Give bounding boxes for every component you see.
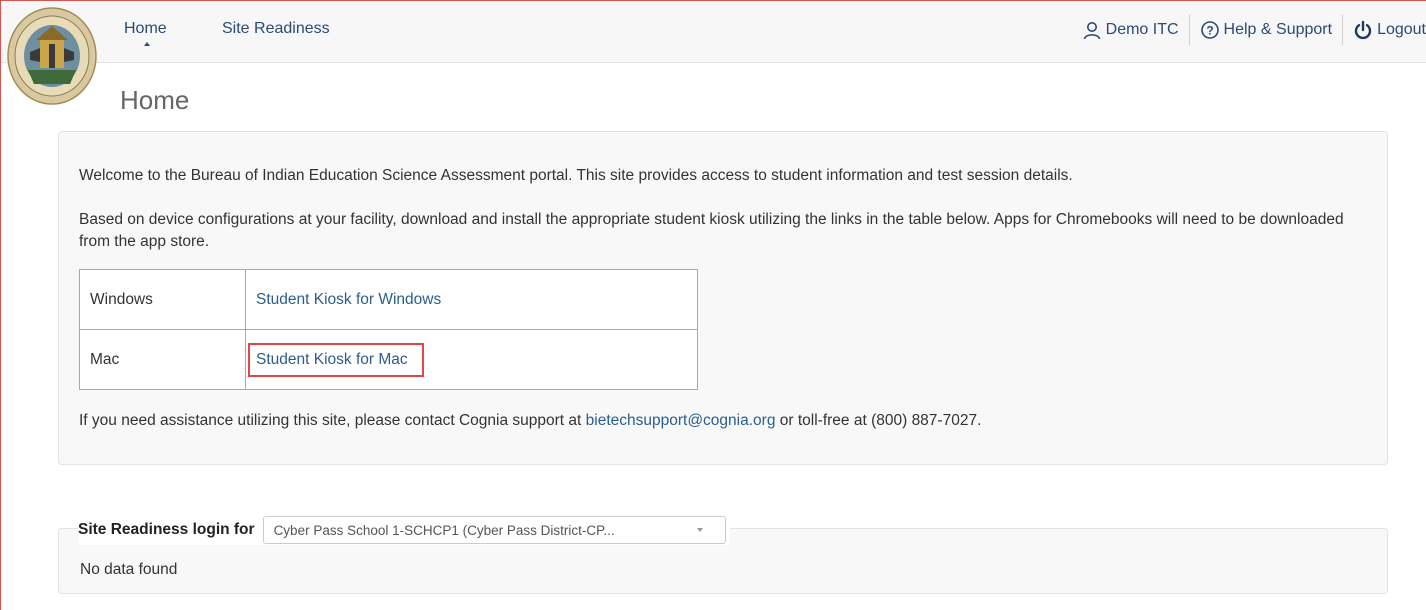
link-cell: Student Kiosk for Windows: [245, 269, 698, 330]
school-select-value: Cyber Pass School 1-SCHCP1 (Cyber Pass D…: [273, 522, 615, 538]
help-label: Help & Support: [1223, 21, 1333, 38]
no-data-message: No data found: [80, 561, 178, 578]
help-icon: ?: [1200, 21, 1219, 39]
user-icon: [1083, 22, 1100, 40]
support-prefix: If you need assistance utilizing this si…: [79, 412, 586, 429]
power-icon: [1354, 20, 1372, 40]
nav-home-link[interactable]: Home: [124, 20, 167, 38]
logout-button[interactable]: Logout: [1343, 20, 1426, 40]
student-kiosk-mac-link[interactable]: Student Kiosk for Mac: [256, 351, 408, 368]
logout-label: Logout: [1377, 21, 1426, 38]
support-text: If you need assistance utilizing this si…: [79, 410, 1369, 432]
user-name: Demo ITC: [1105, 21, 1179, 38]
highlight-box: Student Kiosk for Mac: [248, 342, 424, 377]
active-caret-icon: [144, 42, 150, 46]
welcome-panel: Welcome to the Bureau of Indian Educatio…: [58, 131, 1388, 465]
site-readiness-label: Site Readiness login for: [78, 521, 255, 538]
table-row: Windows Student Kiosk for Windows: [79, 269, 698, 330]
user-account-button[interactable]: Demo ITC: [1072, 20, 1189, 40]
help-support-button[interactable]: ? Help & Support: [1190, 20, 1343, 40]
top-navigation-bar: Home Site Readiness Demo ITC ? Help & Su…: [0, 0, 1426, 63]
os-cell: Mac: [79, 329, 246, 390]
chevron-down-icon: [696, 528, 703, 532]
kiosk-instructions-text: Based on device configurations at your f…: [79, 211, 1344, 250]
support-email-link[interactable]: bietechsupport@cognia.org: [586, 412, 776, 429]
site-readiness-legend: Site Readiness login for Cyber Pass Scho…: [78, 515, 730, 545]
nav-site-readiness-link[interactable]: Site Readiness: [222, 20, 330, 38]
page-title: Home: [120, 85, 190, 115]
school-select[interactable]: Cyber Pass School 1-SCHCP1 (Cyber Pass D…: [262, 516, 726, 544]
bureau-seal-logo: [6, 0, 104, 110]
table-row: Mac Student Kiosk for Mac: [79, 329, 698, 390]
kiosk-download-table: Windows Student Kiosk for Windows Mac St…: [79, 269, 698, 390]
support-suffix: or toll-free at (800) 887-7027.: [775, 412, 982, 429]
link-cell: Student Kiosk for Mac: [245, 329, 698, 390]
os-cell: Windows: [79, 269, 246, 330]
welcome-intro-text: Welcome to the Bureau of Indian Educatio…: [79, 167, 1073, 184]
svg-text:?: ?: [1206, 24, 1213, 38]
user-menu: Demo ITC ? Help & Support Logout: [1072, 12, 1426, 48]
student-kiosk-windows-link[interactable]: Student Kiosk for Windows: [256, 291, 441, 308]
